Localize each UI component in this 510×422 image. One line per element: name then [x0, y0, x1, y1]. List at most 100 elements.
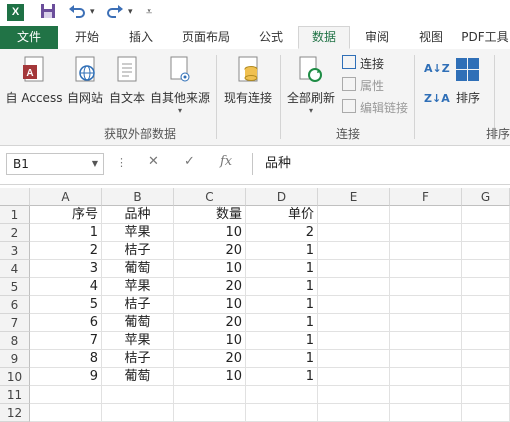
table-cell[interactable]: 葡萄	[102, 260, 174, 278]
table-cell[interactable]	[318, 296, 390, 314]
table-cell[interactable]	[246, 386, 318, 404]
table-cell[interactable]: 序号	[30, 206, 102, 224]
table-cell[interactable]: 桔子	[102, 350, 174, 368]
table-cell[interactable]: 6	[30, 314, 102, 332]
select-all-corner[interactable]	[0, 188, 30, 206]
table-cell[interactable]: 1	[246, 350, 318, 368]
table-cell[interactable]: 10	[174, 224, 246, 242]
column-header-f[interactable]: F	[390, 188, 462, 206]
row-header[interactable]: 1	[0, 206, 30, 224]
row-header[interactable]: 3	[0, 242, 30, 260]
table-cell[interactable]	[462, 314, 510, 332]
row-header[interactable]: 11	[0, 386, 30, 404]
column-header-b[interactable]: B	[102, 188, 174, 206]
table-cell[interactable]	[318, 206, 390, 224]
table-cell[interactable]	[318, 404, 390, 422]
table-cell[interactable]: 2	[30, 242, 102, 260]
customize-toolbar-icon[interactable]: ⩡	[146, 5, 152, 19]
sort-ascending-icon[interactable]: A↓Z	[424, 59, 450, 79]
table-cell[interactable]	[318, 260, 390, 278]
table-cell[interactable]	[318, 332, 390, 350]
table-cell[interactable]: 单价	[246, 206, 318, 224]
tab-data[interactable]: 数据	[298, 26, 350, 49]
table-cell[interactable]	[102, 386, 174, 404]
table-cell[interactable]: 20	[174, 350, 246, 368]
properties-button[interactable]: 属性	[342, 76, 384, 96]
table-cell[interactable]: 10	[174, 368, 246, 386]
table-cell[interactable]: 8	[30, 350, 102, 368]
table-cell[interactable]	[462, 260, 510, 278]
tab-file[interactable]: 文件	[0, 26, 58, 49]
table-cell[interactable]	[390, 224, 462, 242]
table-cell[interactable]: 10	[174, 296, 246, 314]
table-cell[interactable]: 1	[246, 260, 318, 278]
table-cell[interactable]	[390, 404, 462, 422]
table-cell[interactable]	[462, 206, 510, 224]
table-cell[interactable]	[318, 314, 390, 332]
row-header[interactable]: 5	[0, 278, 30, 296]
existing-connections-button[interactable]: 现有连接	[220, 55, 276, 106]
table-cell[interactable]	[318, 386, 390, 404]
table-cell[interactable]	[390, 206, 462, 224]
tab-pdf-tools[interactable]: PDF工具	[460, 26, 510, 49]
table-cell[interactable]: 桔子	[102, 242, 174, 260]
table-cell[interactable]: 1	[246, 278, 318, 296]
table-cell[interactable]	[390, 242, 462, 260]
table-cell[interactable]	[462, 404, 510, 422]
table-cell[interactable]: 10	[174, 260, 246, 278]
save-icon[interactable]	[40, 3, 56, 23]
cancel-icon[interactable]: ✕	[148, 154, 159, 169]
row-header[interactable]: 2	[0, 224, 30, 242]
table-cell[interactable]	[462, 278, 510, 296]
tab-home[interactable]: 开始	[62, 26, 112, 49]
table-cell[interactable]	[462, 242, 510, 260]
table-cell[interactable]	[318, 224, 390, 242]
name-box-dropdown-icon[interactable]: ▼	[92, 154, 98, 174]
table-cell[interactable]	[102, 404, 174, 422]
table-cell[interactable]	[30, 386, 102, 404]
row-header[interactable]: 6	[0, 296, 30, 314]
sort-button[interactable]: 排序	[448, 55, 488, 106]
table-cell[interactable]	[318, 278, 390, 296]
row-header[interactable]: 7	[0, 314, 30, 332]
column-header-e[interactable]: E	[318, 188, 390, 206]
from-web-button[interactable]: 自网站	[64, 55, 106, 106]
table-cell[interactable]	[318, 242, 390, 260]
table-cell[interactable]: 苹果	[102, 278, 174, 296]
table-cell[interactable]: 1	[246, 242, 318, 260]
table-cell[interactable]	[174, 404, 246, 422]
table-cell[interactable]: 1	[246, 296, 318, 314]
table-cell[interactable]	[390, 332, 462, 350]
row-header[interactable]: 9	[0, 350, 30, 368]
table-cell[interactable]	[462, 332, 510, 350]
tab-insert[interactable]: 插入	[116, 26, 166, 49]
table-cell[interactable]: 2	[246, 224, 318, 242]
table-cell[interactable]	[462, 224, 510, 242]
table-cell[interactable]: 桔子	[102, 296, 174, 314]
redo-icon[interactable]	[106, 3, 124, 23]
name-box[interactable]: B1 ▼	[6, 153, 104, 175]
table-cell[interactable]: 7	[30, 332, 102, 350]
table-cell[interactable]	[318, 368, 390, 386]
column-header-g[interactable]: G	[462, 188, 510, 206]
table-cell[interactable]	[246, 404, 318, 422]
table-cell[interactable]: 20	[174, 314, 246, 332]
table-cell[interactable]: 葡萄	[102, 314, 174, 332]
row-header[interactable]: 4	[0, 260, 30, 278]
table-cell[interactable]: 苹果	[102, 332, 174, 350]
table-cell[interactable]	[390, 350, 462, 368]
insert-function-icon[interactable]: fx	[220, 154, 232, 169]
table-cell[interactable]	[390, 260, 462, 278]
table-cell[interactable]: 1	[246, 368, 318, 386]
edit-links-button[interactable]: 编辑链接	[342, 98, 408, 118]
table-cell[interactable]	[318, 350, 390, 368]
undo-dropdown-icon[interactable]: ▾	[90, 7, 95, 17]
table-cell[interactable]: 5	[30, 296, 102, 314]
tab-view[interactable]: 视图	[406, 26, 456, 49]
table-cell[interactable]: 9	[30, 368, 102, 386]
table-cell[interactable]: 葡萄	[102, 368, 174, 386]
redo-dropdown-icon[interactable]: ▾	[128, 7, 133, 17]
table-cell[interactable]	[174, 386, 246, 404]
from-access-button[interactable]: A 自 Access	[4, 55, 64, 106]
connections-button[interactable]: 连接	[342, 54, 384, 74]
